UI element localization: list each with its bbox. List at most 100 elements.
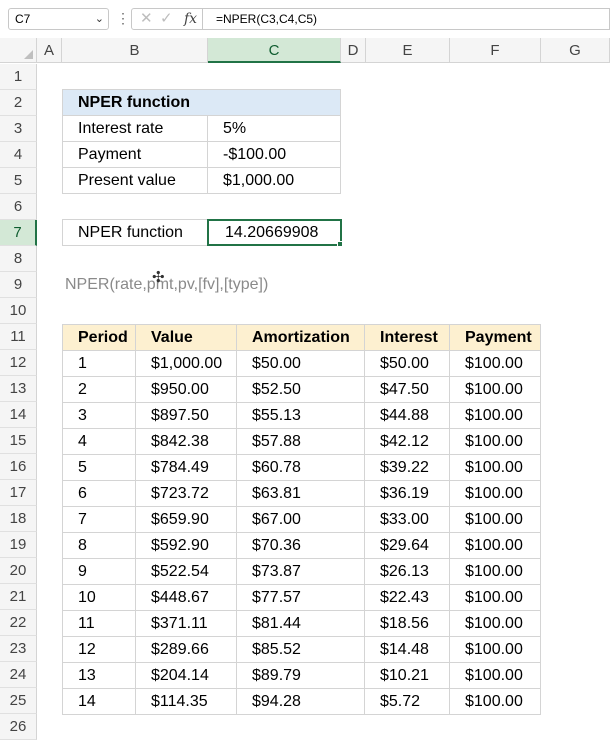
schedule-cell-amortization[interactable]: $73.87 bbox=[237, 559, 365, 585]
input-label-payment[interactable]: Payment bbox=[62, 142, 208, 168]
input-value-payment[interactable]: -$100.00 bbox=[208, 142, 341, 168]
row-header-2[interactable]: 2 bbox=[0, 90, 37, 116]
schedule-header-amortization[interactable]: Amortization bbox=[237, 324, 365, 351]
row-header-21[interactable]: 21 bbox=[0, 584, 37, 610]
schedule-cell-value[interactable]: $592.90 bbox=[136, 533, 237, 559]
schedule-cell-period[interactable]: 4 bbox=[62, 429, 136, 455]
schedule-cell-period[interactable]: 13 bbox=[62, 663, 136, 689]
schedule-cell-value[interactable]: $204.14 bbox=[136, 663, 237, 689]
row-header-22[interactable]: 22 bbox=[0, 610, 37, 636]
schedule-cell-amortization[interactable]: $89.79 bbox=[237, 663, 365, 689]
schedule-cell-payment[interactable]: $100.00 bbox=[450, 377, 541, 403]
column-header-b[interactable]: B bbox=[62, 38, 208, 63]
schedule-cell-amortization[interactable]: $85.52 bbox=[237, 637, 365, 663]
schedule-cell-interest[interactable]: $26.13 bbox=[365, 559, 450, 585]
row-header-26[interactable]: 26 bbox=[0, 714, 37, 740]
row-header-8[interactable]: 8 bbox=[0, 246, 37, 272]
row-header-16[interactable]: 16 bbox=[0, 454, 37, 480]
schedule-cell-period[interactable]: 10 bbox=[62, 585, 136, 611]
schedule-cell-value[interactable]: $522.54 bbox=[136, 559, 237, 585]
schedule-cell-value[interactable]: $659.90 bbox=[136, 507, 237, 533]
schedule-header-value[interactable]: Value bbox=[136, 324, 237, 351]
column-header-e[interactable]: E bbox=[366, 38, 450, 63]
chevron-down-icon[interactable]: ⌄ bbox=[95, 9, 104, 29]
row-header-6[interactable]: 6 bbox=[0, 194, 37, 220]
schedule-cell-period[interactable]: 9 bbox=[62, 559, 136, 585]
schedule-cell-period[interactable]: 3 bbox=[62, 403, 136, 429]
row-header-7[interactable]: 7 bbox=[0, 220, 37, 246]
fill-handle[interactable] bbox=[337, 241, 343, 247]
schedule-cell-period[interactable]: 11 bbox=[62, 611, 136, 637]
select-all-corner[interactable] bbox=[0, 38, 37, 63]
row-header-18[interactable]: 18 bbox=[0, 506, 37, 532]
schedule-cell-value[interactable]: $289.66 bbox=[136, 637, 237, 663]
schedule-cell-interest[interactable]: $33.00 bbox=[365, 507, 450, 533]
schedule-cell-value[interactable]: $371.11 bbox=[136, 611, 237, 637]
schedule-cell-period[interactable]: 12 bbox=[62, 637, 136, 663]
row-header-13[interactable]: 13 bbox=[0, 376, 37, 402]
schedule-cell-payment[interactable]: $100.00 bbox=[450, 663, 541, 689]
schedule-header-period[interactable]: Period bbox=[62, 324, 136, 351]
formula-input[interactable]: =NPER(C3,C4,C5) bbox=[203, 8, 610, 30]
schedule-cell-payment[interactable]: $100.00 bbox=[450, 403, 541, 429]
row-header-1[interactable]: 1 bbox=[0, 64, 37, 90]
schedule-cell-amortization[interactable]: $50.00 bbox=[237, 351, 365, 377]
enter-icon[interactable]: ✓ bbox=[160, 9, 173, 29]
schedule-cell-interest[interactable]: $47.50 bbox=[365, 377, 450, 403]
schedule-cell-period[interactable]: 14 bbox=[62, 689, 136, 715]
schedule-cell-payment[interactable]: $100.00 bbox=[450, 507, 541, 533]
row-header-3[interactable]: 3 bbox=[0, 116, 37, 142]
row-header-5[interactable]: 5 bbox=[0, 168, 37, 194]
schedule-cell-payment[interactable]: $100.00 bbox=[450, 533, 541, 559]
result-label[interactable]: NPER function bbox=[62, 219, 208, 246]
insert-function-icon[interactable]: fx bbox=[184, 9, 197, 29]
schedule-cell-value[interactable]: $897.50 bbox=[136, 403, 237, 429]
schedule-cell-amortization[interactable]: $81.44 bbox=[237, 611, 365, 637]
schedule-cell-amortization[interactable]: $55.13 bbox=[237, 403, 365, 429]
schedule-header-payment[interactable]: Payment bbox=[450, 324, 541, 351]
cancel-icon[interactable]: ✕ bbox=[140, 9, 153, 29]
input-value-interest-rate[interactable]: 5% bbox=[208, 116, 341, 142]
schedule-cell-payment[interactable]: $100.00 bbox=[450, 455, 541, 481]
schedule-cell-interest[interactable]: $29.64 bbox=[365, 533, 450, 559]
schedule-cell-payment[interactable]: $100.00 bbox=[450, 559, 541, 585]
schedule-cell-period[interactable]: 7 bbox=[62, 507, 136, 533]
row-header-19[interactable]: 19 bbox=[0, 532, 37, 558]
schedule-cell-amortization[interactable]: $52.50 bbox=[237, 377, 365, 403]
schedule-cell-value[interactable]: $723.72 bbox=[136, 481, 237, 507]
row-header-10[interactable]: 10 bbox=[0, 298, 37, 324]
schedule-cell-interest[interactable]: $5.72 bbox=[365, 689, 450, 715]
row-header-11[interactable]: 11 bbox=[0, 324, 37, 350]
schedule-cell-interest[interactable]: $39.22 bbox=[365, 455, 450, 481]
row-header-24[interactable]: 24 bbox=[0, 662, 37, 688]
schedule-cell-value[interactable]: $114.35 bbox=[136, 689, 237, 715]
name-box[interactable]: C7 ⌄ bbox=[8, 8, 109, 30]
schedule-cell-payment[interactable]: $100.00 bbox=[450, 481, 541, 507]
input-label-present-value[interactable]: Present value bbox=[62, 168, 208, 194]
schedule-cell-payment[interactable]: $100.00 bbox=[450, 611, 541, 637]
schedule-cell-amortization[interactable]: $70.36 bbox=[237, 533, 365, 559]
column-header-a[interactable]: A bbox=[37, 38, 62, 63]
schedule-cell-value[interactable]: $448.67 bbox=[136, 585, 237, 611]
row-header-23[interactable]: 23 bbox=[0, 636, 37, 662]
schedule-cell-period[interactable]: 6 bbox=[62, 481, 136, 507]
column-header-d[interactable]: D bbox=[341, 38, 366, 63]
schedule-cell-period[interactable]: 5 bbox=[62, 455, 136, 481]
schedule-cell-payment[interactable]: $100.00 bbox=[450, 429, 541, 455]
schedule-cell-amortization[interactable]: $77.57 bbox=[237, 585, 365, 611]
row-header-15[interactable]: 15 bbox=[0, 428, 37, 454]
row-header-4[interactable]: 4 bbox=[0, 142, 37, 168]
schedule-cell-period[interactable]: 1 bbox=[62, 351, 136, 377]
schedule-cell-payment[interactable]: $100.00 bbox=[450, 585, 541, 611]
schedule-cell-amortization[interactable]: $60.78 bbox=[237, 455, 365, 481]
schedule-cell-amortization[interactable]: $57.88 bbox=[237, 429, 365, 455]
column-header-g[interactable]: G bbox=[541, 38, 610, 63]
input-value-present-value[interactable]: $1,000.00 bbox=[208, 168, 341, 194]
schedule-cell-payment[interactable]: $100.00 bbox=[450, 351, 541, 377]
schedule-cell-interest[interactable]: $18.56 bbox=[365, 611, 450, 637]
schedule-cell-period[interactable]: 2 bbox=[62, 377, 136, 403]
schedule-cell-interest[interactable]: $22.43 bbox=[365, 585, 450, 611]
schedule-cell-interest[interactable]: $44.88 bbox=[365, 403, 450, 429]
schedule-cell-period[interactable]: 8 bbox=[62, 533, 136, 559]
schedule-cell-interest[interactable]: $50.00 bbox=[365, 351, 450, 377]
